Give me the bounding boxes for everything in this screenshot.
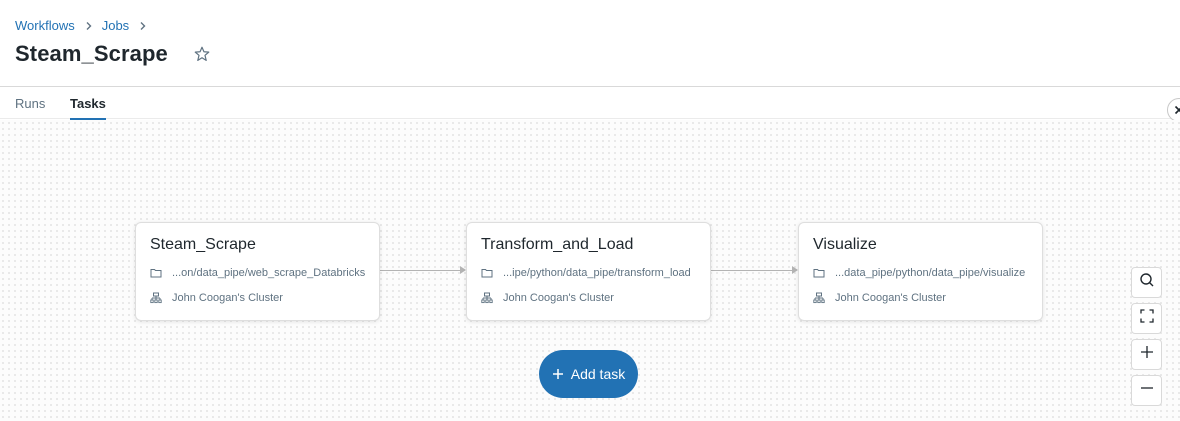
fit-view-button[interactable] [1131,303,1162,334]
task-path-text: ...on/data_pipe/web_scrape_Databricks [172,267,366,279]
folder-icon [813,267,825,279]
fullscreen-icon [1139,309,1154,328]
breadcrumb-jobs-link[interactable]: Jobs [102,18,129,33]
task-cluster-text: John Coogan's Cluster [503,292,614,304]
task-node-title: Visualize [813,236,877,253]
page-title: Steam_Scrape [15,41,168,66]
chevron-right-icon [84,21,94,31]
task-node[interactable]: Transform_and_Load ...ipe/python/data_pi… [466,222,711,321]
task-cluster: John Coogan's Cluster [150,292,283,304]
task-cluster: John Coogan's Cluster [481,292,614,304]
task-cluster-text: John Coogan's Cluster [835,292,946,304]
dag-edge [711,270,792,271]
folder-icon [150,267,162,279]
task-path-text: ...data_pipe/python/data_pipe/visualize [835,267,1026,279]
search-button[interactable] [1131,267,1162,298]
cluster-icon [150,292,162,304]
task-cluster-text: John Coogan's Cluster [172,292,283,304]
page-header: Workflows Jobs Steam_Scrape [0,0,1180,87]
tab-runs[interactable]: Runs [15,96,45,118]
task-node-title: Transform_and_Load [481,236,634,253]
add-task-button[interactable]: Add task [539,350,638,398]
task-cluster: John Coogan's Cluster [813,292,946,304]
plus-icon [1140,345,1154,364]
task-path-text: ...ipe/python/data_pipe/transform_load [503,267,691,279]
folder-icon [481,267,493,279]
cluster-icon [813,292,825,304]
search-icon [1139,272,1155,293]
tab-tasks[interactable]: Tasks [70,96,106,121]
task-notebook-path: ...on/data_pipe/web_scrape_Databricks [150,267,365,279]
star-icon[interactable] [193,45,211,63]
zoom-in-button[interactable] [1131,339,1162,370]
dag-edge [380,270,460,271]
add-task-label: Add task [570,366,626,382]
chevron-right-icon [138,21,148,31]
minus-icon [1140,381,1154,400]
cluster-icon [481,292,493,304]
breadcrumb-workflows-link[interactable]: Workflows [15,18,75,33]
task-node[interactable]: Steam_Scrape ...on/data_pipe/web_scrape_… [135,222,380,321]
task-node-title: Steam_Scrape [150,236,256,253]
plus-icon [552,368,564,380]
tab-bar: Runs Tasks [0,88,1180,121]
task-notebook-path: ...ipe/python/data_pipe/transform_load [481,267,691,279]
breadcrumb: Workflows Jobs [15,18,156,33]
task-notebook-path: ...data_pipe/python/data_pipe/visualize [813,267,1025,279]
zoom-out-button[interactable] [1131,375,1162,406]
task-node[interactable]: Visualize ...data_pipe/python/data_pipe/… [798,222,1043,321]
